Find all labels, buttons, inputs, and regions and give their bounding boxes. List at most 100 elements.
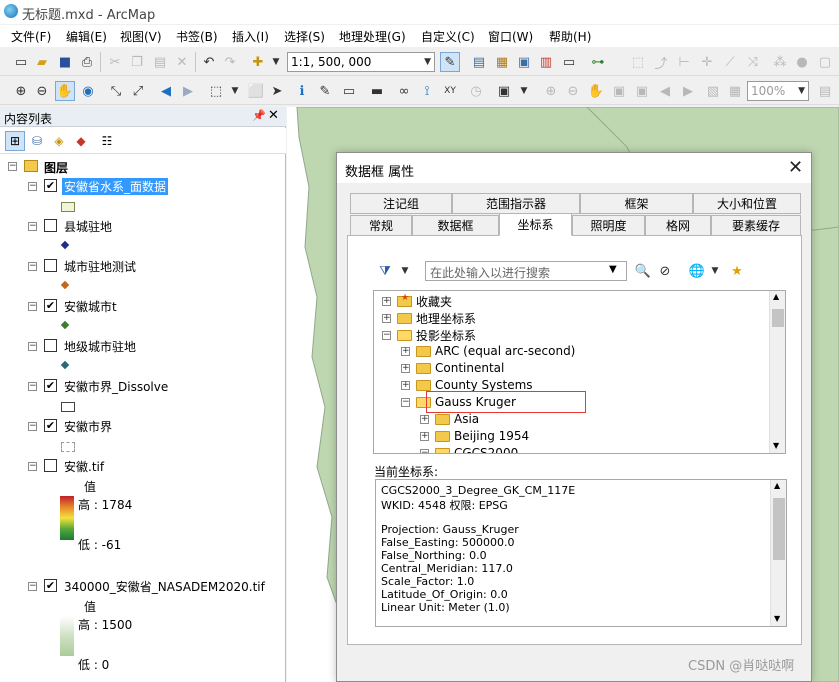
scroll-down-icon[interactable]: ▼ [773,441,779,450]
zoom-out-icon[interactable]: ⊖ [32,81,52,101]
add-data-icon[interactable]: ✚ [248,52,268,72]
modelbuilder-icon[interactable]: ⊶ [588,52,608,72]
zoom-100-icon[interactable]: ▣ [632,81,652,101]
topology-icon[interactable]: ● [792,52,812,72]
tree-node-continental[interactable]: + Continental [401,361,504,375]
layer-name[interactable]: 安徽市界 [64,418,112,435]
layout-zoom-out-icon[interactable]: ⊖ [563,81,583,101]
layer-visibility-checkbox[interactable] [44,219,57,232]
menu-bookmarks[interactable]: 书签(B) [176,28,218,45]
go-to-xy-icon[interactable]: XY [440,81,460,101]
layer-visibility-checkbox[interactable] [44,339,57,352]
create-viewer-window-icon[interactable]: ▣ [494,81,514,101]
new-document-icon[interactable]: ▭ [11,52,31,72]
expand-toggle[interactable]: − [401,397,410,407]
clear-search-icon[interactable]: ⊘ [655,261,675,281]
layer-name[interactable]: 安徽.tif [64,458,104,475]
save-icon[interactable]: ■ [55,52,75,72]
expand-toggle[interactable]: + [382,314,391,323]
expand-toggle[interactable]: − [28,182,37,191]
tab-grids[interactable]: 格网 [645,215,711,236]
layer-visibility-checkbox[interactable]: ✔ [44,419,57,432]
layer-name[interactable]: 340000_安徽省_NASADEM2020.tif [64,578,265,595]
select-elements-icon[interactable]: ➤ [267,81,287,101]
print-icon[interactable]: ⎙ [77,52,97,72]
layer-name[interactable]: 安徽市界_Dissolve [64,378,168,395]
menu-help[interactable]: 帮助(H) [549,28,591,45]
search-icon[interactable]: 🔍 [633,261,653,281]
find-route-network-icon[interactable]: ⟟ [417,81,437,101]
close-icon[interactable]: ✕ [788,157,803,178]
arctoolbox-icon[interactable]: ▥ [536,52,556,72]
layer-name[interactable]: 县城驻地 [64,218,112,235]
layout-pan-icon[interactable]: ✋ [586,81,606,101]
expand-toggle[interactable]: − [28,342,37,351]
tab-annotation-groups[interactable]: 注记组 [350,193,452,214]
trace-icon[interactable]: ⤴ [651,52,671,72]
toc-options-icon[interactable]: ☷ [97,131,117,151]
list-by-selection-icon[interactable]: ◆ [71,131,91,151]
zoom-whole-page-icon[interactable]: ▣ [609,81,629,101]
expand-toggle[interactable]: − [28,582,37,591]
back-extent-icon[interactable]: ◀ [156,81,176,101]
find-binoculars-icon[interactable]: ∞ [394,81,414,101]
expand-toggle[interactable]: − [28,302,37,311]
layout-forward-icon[interactable]: ▶ [678,81,698,101]
expand-toggle[interactable]: − [28,222,37,231]
menu-edit[interactable]: 编辑(E) [66,28,107,45]
layout-zoom-combo[interactable]: 100% ▼ [747,81,809,101]
search-input[interactable]: 在此处输入以进行搜索 [425,261,627,281]
redo-icon[interactable]: ↷ [220,52,240,72]
scroll-up-icon[interactable]: ▲ [773,292,779,301]
menu-insert[interactable]: 插入(I) [232,28,269,45]
menu-view[interactable]: 视图(V) [120,28,162,45]
undo-icon[interactable]: ↶ [199,52,219,72]
scroll-thumb[interactable] [773,498,785,560]
select-features-icon[interactable]: ⬚ [206,81,226,101]
scroll-up-icon[interactable]: ▲ [774,481,780,490]
layer-visibility-checkbox[interactable] [44,259,57,272]
zoom-in-icon[interactable]: ⊕ [11,81,31,101]
menu-selection[interactable]: 选择(S) [284,28,325,45]
list-by-drawing-order-icon[interactable]: ⊞ [5,131,25,151]
delete-icon[interactable]: ✕ [172,52,192,72]
layer-name[interactable]: 地级城市驻地 [64,338,136,355]
select-dropdown-icon[interactable]: ▼ [225,81,245,101]
focus-data-frame-icon[interactable]: ▦ [725,81,745,101]
change-layout-icon[interactable]: ▤ [815,81,835,101]
python-window-icon[interactable]: ▭ [559,52,579,72]
clear-selection-icon[interactable]: ⬜ [246,81,266,101]
list-by-source-icon[interactable]: ⛁ [27,131,47,151]
pin-icon[interactable]: 📌 [252,109,266,122]
layer-name[interactable]: 城市驻地测试 [64,258,136,275]
tab-feature-cache[interactable]: 要素缓存 [711,215,801,236]
expand-toggle[interactable]: + [401,346,410,356]
expand-toggle[interactable]: − [8,162,17,171]
search-window-icon[interactable]: ▣ [514,52,534,72]
close-icon[interactable]: ✕ [268,108,279,123]
tree-node-favorites[interactable]: + 收藏夹 [382,293,452,310]
globe-add-icon[interactable]: 🌐 [687,261,707,281]
coordinate-system-tree[interactable]: + 收藏夹 + 地理坐标系 − 投影坐标系 + ARC (equal arc-s… [373,290,786,454]
expand-toggle[interactable]: − [382,331,391,340]
split-icon[interactable]: ⊢ [674,52,694,72]
fixed-zoom-in-icon[interactable]: ⤡ [106,81,126,101]
expand-toggle[interactable]: − [420,448,429,453]
scroll-down-icon[interactable]: ▼ [774,614,780,623]
chevron-down-icon[interactable]: ▼ [609,264,617,275]
sketch-properties-icon[interactable]: ⁂ [770,52,790,72]
tree-node-beijing-1954[interactable]: + Beijing 1954 [420,429,529,443]
time-slider-icon[interactable]: ◷ [466,81,486,101]
cut-icon[interactable]: ✂ [105,52,125,72]
layout-zoom-in-icon[interactable]: ⊕ [541,81,561,101]
globe-dropdown-icon[interactable]: ▼ [705,261,725,281]
forward-extent-icon[interactable]: ▶ [178,81,198,101]
filter-icon[interactable]: ⧩ [375,261,395,281]
list-by-visibility-icon[interactable]: ◈ [49,131,69,151]
expand-toggle[interactable]: − [28,422,37,431]
pan-hand-icon[interactable]: ✋ [55,81,75,101]
tab-coordinate-system[interactable]: 坐标系 [499,213,572,236]
expand-toggle[interactable]: − [28,262,37,271]
snap-icon[interactable]: ✛ [697,52,717,72]
layer-name[interactable]: 安徽省水系_面数据 [62,178,169,195]
